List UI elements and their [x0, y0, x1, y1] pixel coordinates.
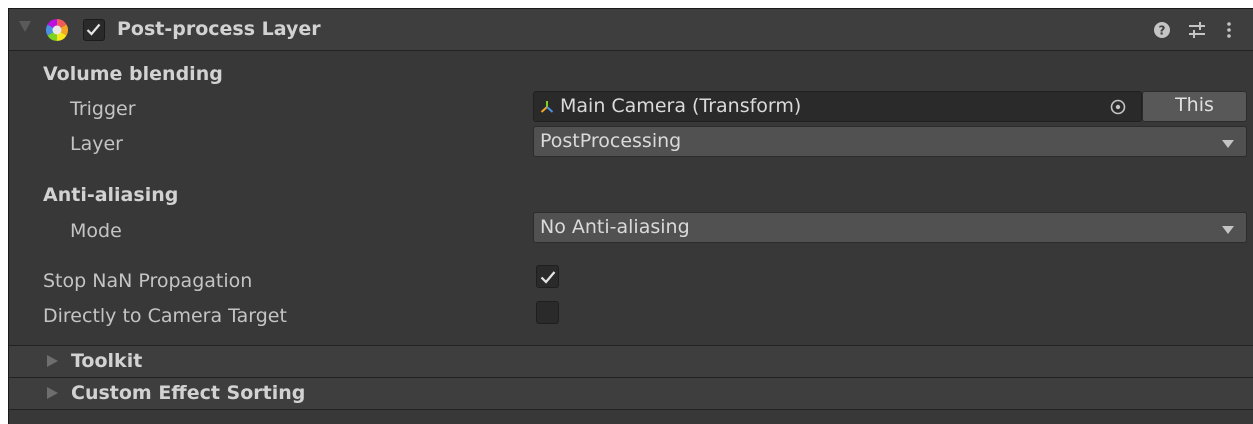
kebab-menu-icon[interactable]: [1222, 19, 1236, 41]
component-enabled-checkbox[interactable]: [83, 19, 105, 41]
anti-aliasing-heading: Anti-aliasing: [43, 184, 179, 206]
trigger-object-field[interactable]: Main Camera (Transform): [533, 91, 1142, 122]
component-header[interactable]: Post-process Layer ?: [9, 9, 1253, 51]
svg-text:?: ?: [1159, 24, 1166, 38]
toolkit-foldout[interactable]: Toolkit: [9, 345, 1253, 377]
direct-to-target-checkbox[interactable]: [536, 301, 559, 324]
transform-icon: [540, 101, 554, 113]
layer-value: PostProcessing: [540, 130, 682, 152]
custom-effect-sorting-foldout[interactable]: Custom Effect Sorting: [9, 377, 1253, 409]
this-button-label: This: [1175, 94, 1214, 116]
layer-dropdown[interactable]: PostProcessing: [533, 126, 1247, 157]
checkmark-icon: [540, 271, 556, 284]
layer-label: Layer: [70, 133, 123, 155]
toolkit-label: Toolkit: [71, 350, 143, 372]
help-icon[interactable]: ?: [1152, 19, 1172, 41]
direct-to-target-label: Directly to Camera Target: [43, 305, 287, 327]
component-title: Post-process Layer: [117, 18, 321, 40]
mode-dropdown[interactable]: No Anti-aliasing: [533, 212, 1247, 243]
mode-value: No Anti-aliasing: [540, 216, 690, 238]
dropdown-caret-icon: [1222, 140, 1234, 148]
mode-label: Mode: [70, 220, 122, 242]
dropdown-caret-icon: [1222, 226, 1234, 234]
object-picker-icon[interactable]: [1109, 98, 1127, 116]
expand-arrow-icon: [47, 355, 58, 367]
inspector-panel: Post-process Layer ? Volume blending Tri…: [8, 8, 1253, 424]
fold-arrow-icon[interactable]: [19, 21, 31, 32]
presets-icon[interactable]: [1186, 19, 1208, 41]
trigger-value: Main Camera (Transform): [560, 95, 802, 117]
stop-nan-label: Stop NaN Propagation: [43, 270, 253, 292]
panel-footer: [9, 410, 1253, 424]
expand-arrow-icon: [47, 387, 58, 399]
volume-blending-heading: Volume blending: [43, 63, 223, 85]
custom-effect-sorting-label: Custom Effect Sorting: [71, 382, 306, 404]
trigger-label: Trigger: [70, 98, 136, 120]
post-process-logo-icon: [46, 19, 68, 41]
this-button[interactable]: This: [1142, 91, 1247, 122]
stop-nan-checkbox[interactable]: [536, 265, 559, 288]
checkmark-icon: [86, 23, 101, 36]
